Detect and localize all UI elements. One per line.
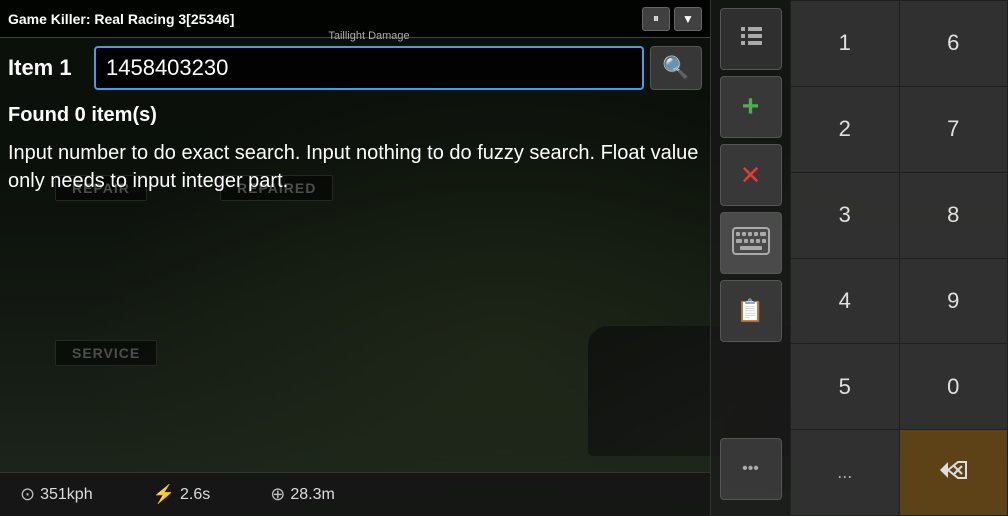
num-4-button[interactable]: 4 (791, 259, 899, 344)
num-2-button[interactable]: 2 (791, 87, 899, 172)
search-input-container: Taillight Damage (94, 46, 644, 90)
num-6-button[interactable]: 6 (900, 1, 1008, 86)
dots-button[interactable]: ••• (720, 438, 782, 500)
distance-icon: ⊕ (270, 484, 285, 505)
list-icon (737, 25, 765, 53)
search-icon: 🔍 (662, 55, 689, 81)
add-icon: + (742, 90, 760, 124)
add-button[interactable]: + (720, 76, 782, 138)
search-input[interactable] (94, 46, 644, 90)
backspace-icon (938, 459, 968, 486)
delete-icon: ✕ (740, 160, 762, 191)
dots-icon: ••• (742, 460, 759, 478)
speed-value: 351kph (40, 486, 93, 504)
item-label: Item 1 (8, 55, 88, 81)
list-button[interactable] (720, 8, 782, 70)
speed-status: ⊙ 351kph (20, 484, 93, 505)
num-9-button[interactable]: 9 (900, 259, 1008, 344)
keyboard-button[interactable] (720, 212, 782, 274)
time-status: ⚡ 2.6s (153, 484, 211, 505)
right-panel: + ✕ (710, 0, 1008, 516)
status-bar: ⊙ 351kph ⚡ 2.6s ⊕ 28.3m (0, 472, 710, 516)
pause-button[interactable]: ⏸ (642, 7, 670, 31)
title-controls: ⏸ ▼ (642, 7, 702, 31)
sidebar-buttons: + ✕ (710, 0, 790, 516)
delete-button[interactable]: ✕ (720, 144, 782, 206)
distance-value: 28.3m (290, 486, 334, 504)
folder-icon: 📋 (737, 298, 764, 324)
dropdown-button[interactable]: ▼ (674, 7, 702, 31)
num-7-button[interactable]: 7 (900, 87, 1008, 172)
found-text: Found 0 item(s) (0, 98, 710, 131)
info-text: Input number to do exact search. Input n… (0, 131, 710, 203)
num-3-button[interactable]: 3 (791, 173, 899, 258)
time-value: 2.6s (180, 486, 210, 504)
speed-icon: ⊙ (20, 484, 35, 505)
item-text: Item (8, 55, 53, 81)
num-8-button[interactable]: 8 (900, 173, 1008, 258)
folder-button[interactable]: 📋 (720, 280, 782, 342)
num-0-button[interactable]: 0 (900, 344, 1008, 429)
search-hint: Taillight Damage (94, 30, 644, 42)
main-overlay: Game Killer: Real Racing 3[25346] ⏸ ▼ It… (0, 0, 710, 516)
keyboard-icon (732, 227, 770, 260)
numpad: 1 6 2 7 3 8 4 9 5 0 ... (790, 0, 1008, 516)
dots-num-button[interactable]: ... (791, 430, 899, 515)
num-1-button[interactable]: 1 (791, 1, 899, 86)
num-5-button[interactable]: 5 (791, 344, 899, 429)
search-row: Item 1 Taillight Damage 🔍 (0, 38, 710, 98)
item-number: 1 (59, 55, 71, 81)
search-button[interactable]: 🔍 (650, 46, 702, 90)
app-title: Game Killer: Real Racing 3[25346] (8, 11, 234, 27)
distance-status: ⊕ 28.3m (270, 484, 335, 505)
backspace-button[interactable] (900, 430, 1008, 515)
time-icon: ⚡ (153, 484, 175, 505)
